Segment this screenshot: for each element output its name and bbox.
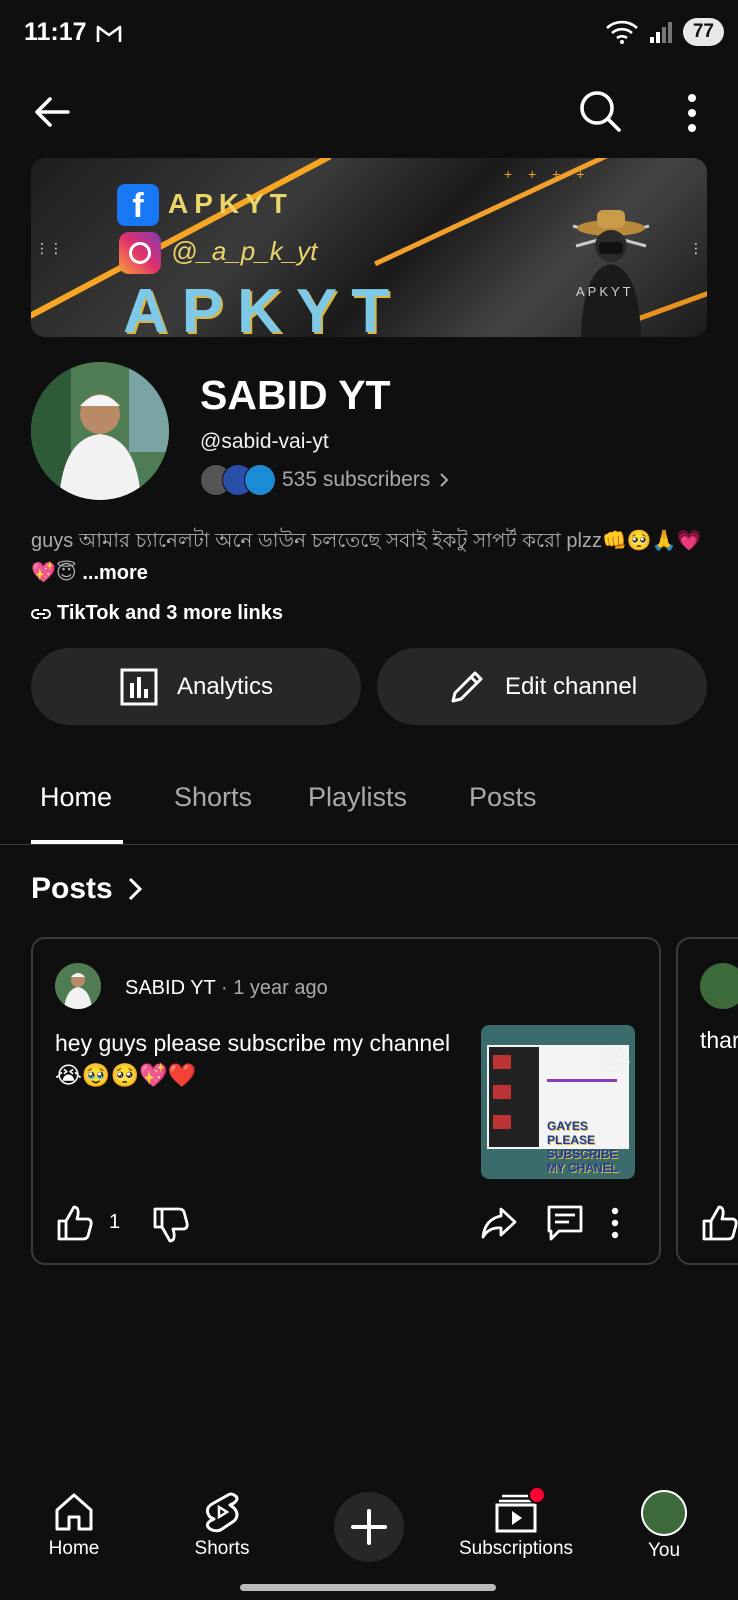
channel-banner: + + + + ⋮⋮ ⋮ f APKYT @_a_p_k_yt APKYT AP… [31, 158, 707, 337]
nav-subscriptions-label: Subscriptions [458, 1538, 574, 1559]
post-author-avatar[interactable] [55, 963, 101, 1009]
post-image-caption: GAYES PLEASE SUBSCRIBE MY CHANEL [547, 1119, 619, 1175]
home-icon [55, 1493, 93, 1531]
channel-tabs: Home Shorts Playlists Posts [0, 760, 738, 845]
post-author-name: SABID YT [125, 977, 216, 999]
instagram-icon [119, 232, 161, 274]
subscriber-count: 535 subscribers [282, 468, 431, 491]
shorts-icon [205, 1492, 239, 1533]
signal-icon [649, 22, 672, 43]
analytics-button[interactable]: Analytics [31, 648, 361, 725]
post-time: · 1 year ago [215, 977, 328, 999]
wifi-icon [605, 20, 638, 44]
next-post-text: thar [700, 1027, 738, 1053]
post-author-avatar [700, 963, 738, 1009]
banner-brand-text: APKYT [123, 277, 404, 337]
link-icon [31, 608, 51, 619]
channel-description[interactable]: guys আমার চ্যানেলটা অনে ডাউন চলতেছে সবাই… [31, 525, 711, 589]
channel-links[interactable]: TikTok and 3 more links [31, 602, 283, 625]
bottom-navigation: Home Shorts Subscriptions You [0, 1462, 738, 1600]
plus-icon [351, 1509, 387, 1545]
subscriber-avatars [200, 464, 276, 496]
comment-icon[interactable] [545, 1203, 585, 1243]
nav-subscriptions[interactable]: Subscriptions [456, 1486, 576, 1560]
subscribers-link[interactable]: 535 subscribers [282, 468, 450, 492]
tab-shorts[interactable]: Shorts [174, 782, 252, 813]
facebook-icon: f [117, 184, 159, 226]
status-indicators: 77 [605, 18, 724, 46]
pencil-icon [451, 671, 483, 702]
posts-section-title: Posts [31, 872, 113, 905]
banner-figure-label: APKYT [576, 284, 634, 299]
like-count: 1 [109, 1211, 121, 1233]
banner-decoration: + + + + [504, 166, 591, 182]
nav-shorts-label: Shorts [194, 1538, 250, 1559]
active-tab-indicator [31, 840, 123, 844]
post-image[interactable]: GAYES PLEASE SUBSCRIBE MY CHANEL 😭 [481, 1025, 635, 1179]
post-text: hey guys please subscribe my channel 😭🥹🥺… [55, 1030, 451, 1088]
post-header: SABID YT · 1 year ago [125, 977, 328, 1000]
nav-you[interactable]: You [604, 1490, 724, 1562]
notification-dot [528, 1486, 546, 1504]
post-actions: 1 [55, 1203, 635, 1243]
share-icon[interactable] [479, 1203, 519, 1243]
chevron-right-icon [128, 877, 142, 901]
home-indicator [240, 1584, 496, 1591]
drag-handle-right-icon: ⋮ [689, 240, 703, 256]
posts-section-header[interactable]: Posts [31, 872, 143, 906]
channel-name: SABID YT [200, 372, 391, 418]
nav-shorts[interactable]: Shorts [162, 1490, 282, 1560]
next-post-card[interactable]: thar [676, 937, 738, 1265]
banner-character-image [572, 210, 650, 337]
drag-handle-left-icon: ⋮⋮ [35, 240, 63, 256]
gmail-icon [96, 25, 122, 42]
analytics-label: Analytics [176, 672, 274, 700]
links-label: TikTok and 3 more links [57, 602, 283, 624]
edit-channel-label: Edit channel [504, 672, 638, 700]
crying-emoji-icon: 😭 [595, 1044, 631, 1077]
like-icon[interactable] [700, 1203, 738, 1243]
status-time: 11:17 [24, 18, 87, 46]
like-icon[interactable] [55, 1203, 95, 1243]
tab-playlists[interactable]: Playlists [308, 782, 407, 813]
description-more-link[interactable]: ...more [82, 562, 148, 584]
edit-channel-button[interactable]: Edit channel [377, 648, 707, 725]
chevron-right-icon [440, 473, 449, 487]
channel-handle: @sabid-vai-yt [200, 430, 329, 453]
nav-you-label: You [647, 1540, 681, 1561]
search-icon[interactable] [575, 86, 625, 136]
analytics-icon [120, 668, 158, 705]
banner-facebook-handle: APKYT [168, 188, 293, 219]
tab-home[interactable]: Home [40, 782, 112, 813]
more-vert-icon[interactable] [678, 90, 706, 136]
create-button[interactable] [334, 1492, 404, 1562]
post-more-icon[interactable] [607, 1205, 623, 1241]
dislike-icon[interactable] [151, 1205, 191, 1245]
battery-indicator: 77 [682, 18, 724, 46]
nav-home[interactable]: Home [14, 1490, 134, 1560]
banner-instagram-handle: @_a_p_k_yt [171, 236, 318, 266]
back-arrow-icon[interactable] [28, 88, 76, 136]
post-card[interactable]: SABID YT · 1 year ago hey guys please su… [31, 937, 661, 1265]
channel-avatar[interactable] [31, 362, 169, 500]
you-avatar [641, 1490, 687, 1536]
tab-posts[interactable]: Posts [469, 782, 537, 813]
nav-home-label: Home [48, 1538, 100, 1559]
